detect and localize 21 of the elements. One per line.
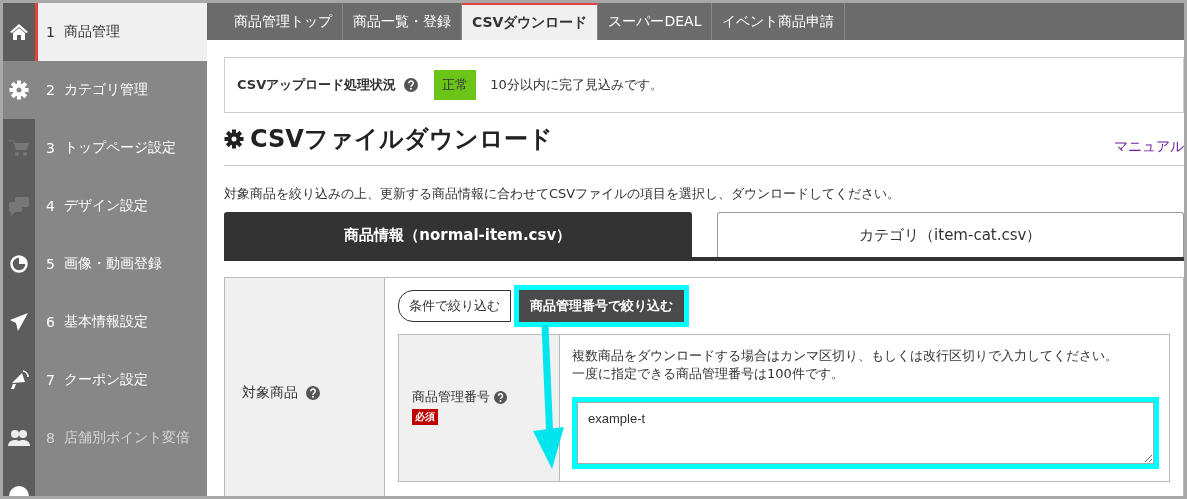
input-field[interactable]: example-t <box>577 402 1154 464</box>
status-badge: 正常 <box>434 70 477 100</box>
page-title: CSVファイルダウンロード <box>250 124 553 155</box>
manual-link[interactable]: マニュアル <box>1114 138 1184 156</box>
status-message: 10分以内に完了見込みです。 <box>490 76 663 94</box>
sidebar-item[interactable]: 1 商品管理 <box>35 3 207 61</box>
filter-toggle[interactable]: 条件で絞り込む <box>398 290 511 322</box>
file-tab[interactable]: 商品情報（normal-item.csv） <box>224 212 692 257</box>
status-label: CSVアップロード処理状況 <box>237 76 397 94</box>
required-badge: 必須 <box>412 409 438 425</box>
field-label: 対象商品 <box>242 384 298 402</box>
nav-tab[interactable]: CSVダウンロード <box>462 3 599 40</box>
field-hint: 一度に指定できる商品管理番号は100件です。 <box>572 365 845 383</box>
nav-tab[interactable]: 商品管理トップ <box>224 3 343 40</box>
filter-toggle[interactable]: 商品管理番号で絞り込む <box>519 290 684 322</box>
file-tab[interactable]: カテゴリ（item-cat.csv） <box>716 212 1184 257</box>
nav-tab[interactable]: スーパーDEAL <box>598 3 713 40</box>
field-label: 商品管理番号 <box>412 389 490 404</box>
nav-tab[interactable]: イベント商品申請 <box>712 3 846 40</box>
field-hint: 複数商品をダウンロードする場合はカンマ区切り、もしくは改行区切りで入力してください。 <box>572 347 1119 365</box>
description: 対象商品を絞り込みの上、更新する商品情報に合わせてCSVファイルの項目を選択し、ダウンロードしてください。 <box>224 185 902 203</box>
